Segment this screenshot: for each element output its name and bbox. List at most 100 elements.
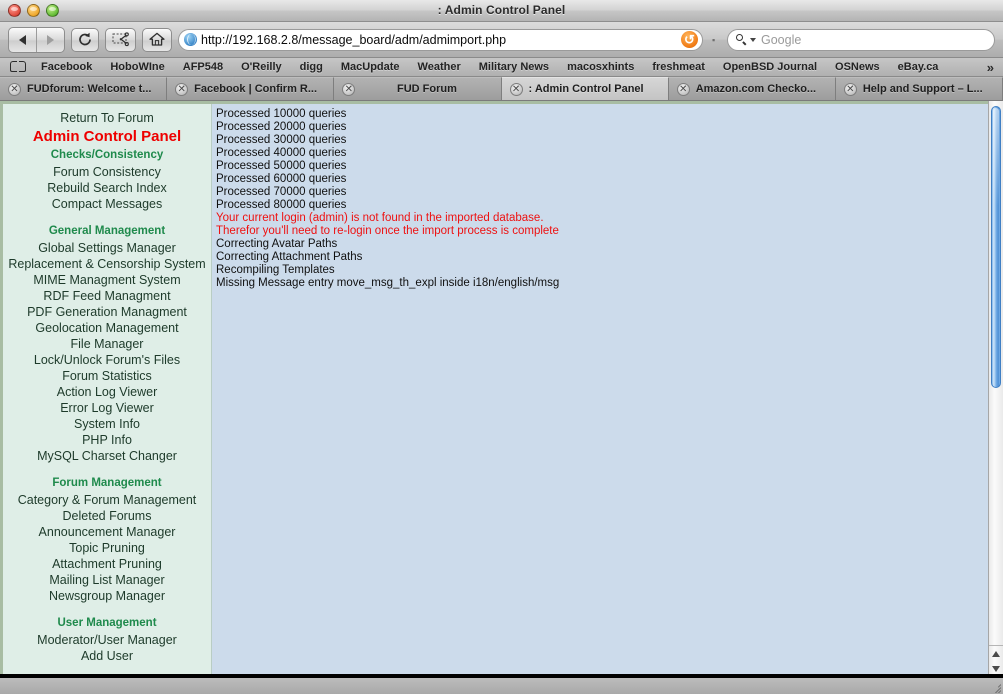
home-button[interactable] [142,28,172,52]
sidebar-item-link[interactable]: Forum Statistics [3,368,211,384]
bookmark-item[interactable]: OpenBSD Journal [714,58,826,76]
arrow-right-icon [47,35,54,45]
address-bar[interactable]: http://192.168.2.8/message_board/adm/adm… [178,29,703,51]
sidebar-item-link[interactable]: File Manager [3,336,211,352]
sidebar-item-link[interactable]: MIME Managment System [3,272,211,288]
sidebar-item-link[interactable]: Geolocation Management [3,320,211,336]
tab-close-icon[interactable]: ✕ [844,83,857,96]
search-input[interactable]: Google [727,29,995,51]
bookmark-item[interactable]: macosxhints [558,58,643,76]
bookmark-item[interactable]: AFP548 [174,58,232,76]
sidebar-item-link[interactable]: Category & Forum Management [3,492,211,508]
sidebar-item-link[interactable]: Topic Pruning [3,540,211,556]
bookmark-item[interactable]: HoboWIne [101,58,173,76]
scrollbar-thumb[interactable] [991,106,1001,388]
sidebar-section-header: Checks/Consistency [3,147,211,164]
resize-grip-icon[interactable] [987,679,1001,693]
tab-close-icon[interactable]: ✕ [8,83,21,96]
sidebar-item-link[interactable]: Add User [3,648,211,664]
sidebar-item-link[interactable]: Return To Forum [3,110,211,126]
browser-tab[interactable]: ✕ FUDforum: Welcome t... [0,77,167,100]
forward-button[interactable] [36,28,64,52]
sidebar-item-link[interactable]: PDF Generation Managment [3,304,211,320]
log-line: Processed 50000 queries [216,160,988,173]
bookmark-item[interactable]: freshmeat [643,58,714,76]
tab-close-icon[interactable]: ✕ [342,83,355,96]
scroll-up-icon[interactable] [992,651,1000,657]
browser-tab[interactable]: ✕ : Admin Control Panel [502,77,669,100]
scroll-down-icon[interactable] [992,666,1000,672]
log-line: Processed 40000 queries [216,147,988,160]
bookmark-item[interactable]: MacUpdate [332,58,409,76]
sidebar-item-link[interactable]: Forum Consistency [3,164,211,180]
sidebar-item-link[interactable]: Lock/Unlock Forum's Files [3,352,211,368]
bookmark-item[interactable]: eBay.ca [889,58,948,76]
page-vertical-scrollbar[interactable] [988,101,1003,676]
home-icon [149,32,165,47]
sidebar-item-link[interactable]: Attachment Pruning [3,556,211,572]
tab-close-icon[interactable]: ✕ [510,83,523,96]
chevron-down-icon[interactable] [750,38,756,42]
tab-close-icon[interactable]: ✕ [677,83,690,96]
log-line: Processed 80000 queries [216,199,988,212]
bookmark-item[interactable]: Military News [470,58,558,76]
tab-label: FUD Forum [361,83,492,95]
search-icon [736,34,747,45]
sidebar-item-link[interactable]: MySQL Charset Changer [3,448,211,464]
sidebar-item-link[interactable]: RDF Feed Managment [3,288,211,304]
sidebar-item-link[interactable]: Rebuild Search Index [3,180,211,196]
sidebar-item-link[interactable]: Error Log Viewer [3,400,211,416]
sidebar-item-link[interactable]: Deleted Forums [3,508,211,524]
tab-close-icon[interactable]: ✕ [175,83,188,96]
tab-label: : Admin Control Panel [529,83,660,95]
browser-toolbar: http://192.168.2.8/message_board/adm/adm… [0,22,1003,58]
window-status-bar [0,676,1003,694]
log-line: Missing Message entry move_msg_th_expl i… [216,277,988,290]
log-line: Processed 30000 queries [216,134,988,147]
log-line-error: Your current login (admin) is not found … [216,212,988,225]
browser-tab[interactable]: ✕ Facebook | Confirm R... [167,77,334,100]
reload-button[interactable] [71,28,99,52]
bookmark-item[interactable]: OSNews [826,58,889,76]
snip-button[interactable] [105,28,136,52]
sidebar-item-link[interactable]: PHP Info [3,432,211,448]
bookmark-item[interactable]: digg [291,58,332,76]
sidebar-item-link[interactable]: Compact Messages [3,196,211,212]
browser-tab[interactable]: ✕ FUD Forum [334,77,501,100]
import-log-output: Processed 10000 queriesProcessed 20000 q… [212,104,988,676]
page-viewport: Return To ForumAdmin Control PanelChecks… [0,101,1003,676]
bookmark-item[interactable]: Facebook [32,58,101,76]
tab-label: Help and Support – L... [863,83,994,95]
log-line: Correcting Avatar Paths [216,238,988,251]
scrollbar-arrows [989,645,1003,676]
sidebar-item-link[interactable]: Replacement & Censorship System [3,256,211,272]
bookmark-item[interactable]: O'Reilly [232,58,291,76]
sidebar-item-link[interactable]: Mailing List Manager [3,572,211,588]
sidebar-item-link[interactable]: Moderator/User Manager [3,632,211,648]
log-line: Processed 70000 queries [216,186,988,199]
tab-label: FUDforum: Welcome t... [27,83,158,95]
sidebar-item-link[interactable]: Action Log Viewer [3,384,211,400]
title-bar: : Admin Control Panel [0,0,1003,22]
navigation-buttons [8,27,65,53]
sidebar-spacer [3,604,211,615]
bookmarks-book-icon[interactable] [10,61,26,73]
bookmarks-overflow-button[interactable]: » [987,60,997,75]
tab-label: Amazon.com Checko... [696,83,827,95]
page-content-frame: Return To ForumAdmin Control PanelChecks… [0,101,988,676]
sidebar-item-link[interactable]: Global Settings Manager [3,240,211,256]
browser-tab[interactable]: ✕ Amazon.com Checko... [669,77,836,100]
sidebar-item-link[interactable]: Announcement Manager [3,524,211,540]
browser-window: : Admin Control Panel [0,0,1003,678]
sidebar-item-link[interactable]: System Info [3,416,211,432]
site-globe-icon [184,33,197,46]
browser-tab[interactable]: ✕ Help and Support – L... [836,77,1003,100]
bookmark-item[interactable]: Weather [409,58,470,76]
address-reload-icon[interactable]: ↺ [681,31,698,48]
sidebar-item-link[interactable]: Newsgroup Manager [3,588,211,604]
tab-label: Facebook | Confirm R... [194,83,325,95]
tab-bar: ✕ FUDforum: Welcome t... ✕ Facebook | Confi… [0,77,1003,101]
desktop-edge [0,674,1003,678]
back-button[interactable] [9,28,36,52]
log-line: Recompiling Templates [216,264,988,277]
